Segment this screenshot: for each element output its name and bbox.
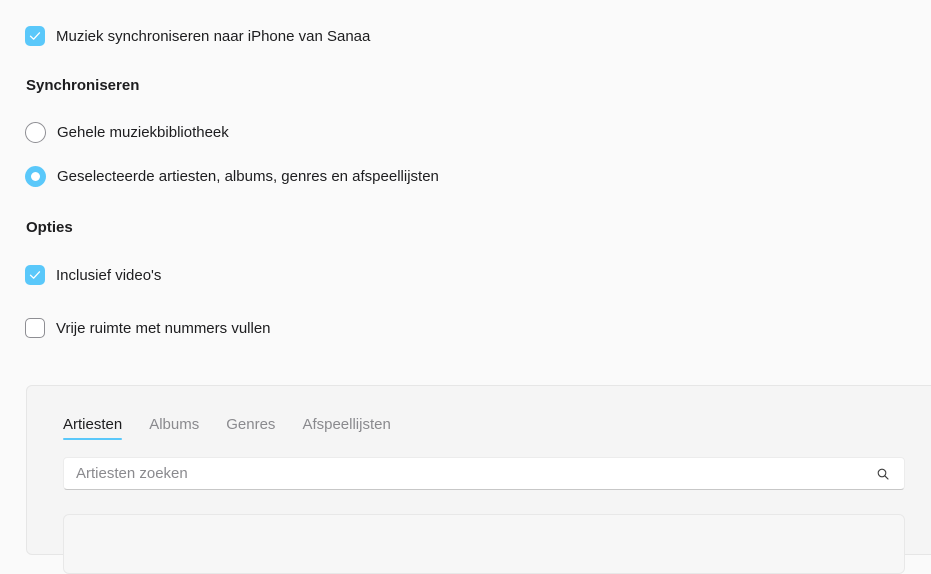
include-videos-checkbox[interactable] — [25, 265, 45, 285]
browser-tabs: Artiesten Albums Genres Afspeellijsten — [63, 416, 418, 440]
fill-free-space-checkbox[interactable] — [25, 318, 45, 338]
sync-music-label: Muziek synchroniseren naar iPhone van Sa… — [56, 27, 371, 45]
search-icon[interactable] — [876, 467, 890, 481]
fill-free-space-label: Vrije ruimte met nummers vullen — [56, 319, 271, 337]
tab-playlists[interactable]: Afspeellijsten — [302, 416, 390, 440]
checkmark-icon — [29, 271, 41, 279]
artist-list[interactable] — [63, 514, 905, 574]
sync-heading: Synchroniseren — [26, 77, 140, 94]
search-input[interactable] — [76, 465, 876, 482]
radio-whole-library[interactable] — [25, 122, 46, 143]
radio-selected-items-row[interactable]: Geselecteerde artiesten, albums, genres … — [25, 166, 439, 187]
radio-selected-items[interactable] — [25, 166, 46, 187]
fill-free-space-row[interactable]: Vrije ruimte met nummers vullen — [25, 318, 271, 338]
sync-music-checkbox[interactable] — [25, 26, 45, 46]
tab-genres[interactable]: Genres — [226, 416, 275, 440]
tab-artists[interactable]: Artiesten — [63, 416, 123, 440]
options-heading: Opties — [26, 219, 73, 236]
radio-whole-library-row[interactable]: Gehele muziekbibliotheek — [25, 122, 229, 143]
browser-panel: Artiesten Albums Genres Afspeellijsten — [26, 385, 931, 574]
checkmark-icon — [29, 32, 41, 40]
radio-selected-items-label: Geselecteerde artiesten, albums, genres … — [57, 168, 439, 185]
tab-albums[interactable]: Albums — [149, 416, 199, 440]
include-videos-label: Inclusief video's — [56, 266, 162, 284]
sync-music-row[interactable]: Muziek synchroniseren naar iPhone van Sa… — [25, 26, 370, 46]
radio-dot — [31, 172, 40, 181]
radio-whole-library-label: Gehele muziekbibliotheek — [57, 124, 229, 141]
include-videos-row[interactable]: Inclusief video's — [25, 265, 161, 285]
search-field[interactable] — [63, 457, 905, 490]
